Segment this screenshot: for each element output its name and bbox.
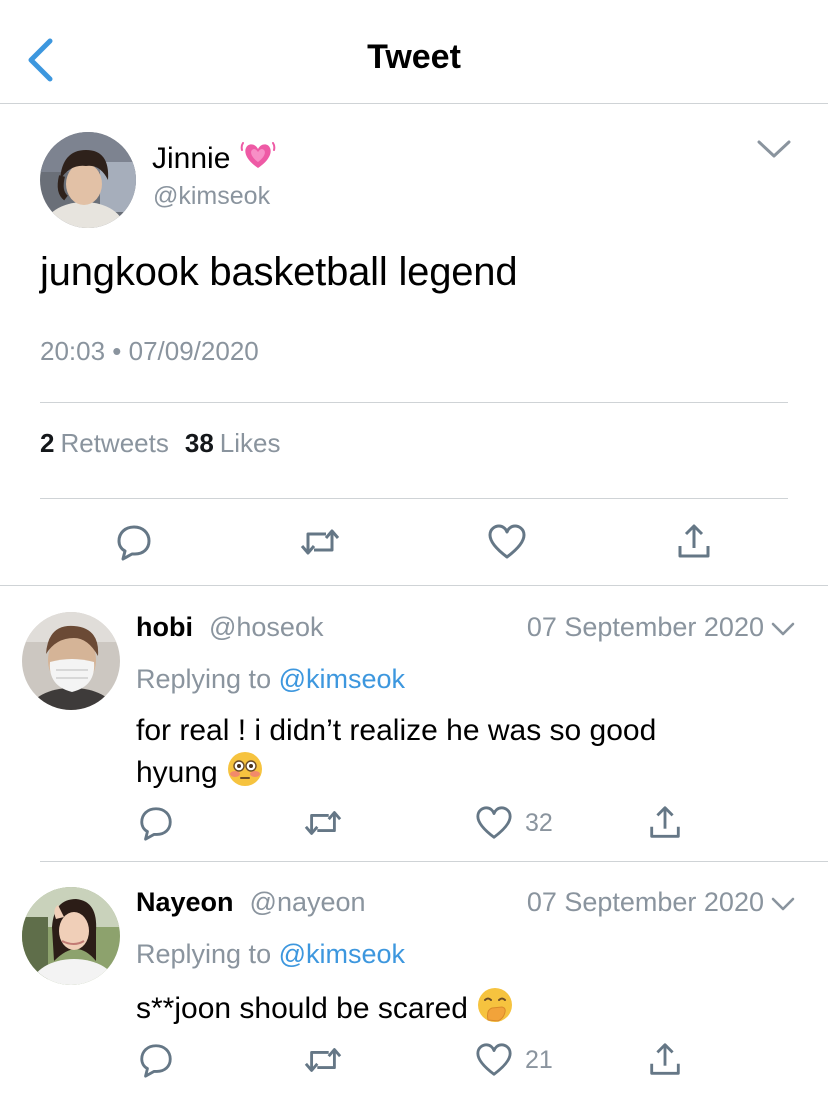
reply-date: 07 September 2020 <box>526 612 764 642</box>
reply-button[interactable] <box>114 522 154 562</box>
like-button[interactable] <box>487 522 527 562</box>
heart-icon <box>476 1043 512 1076</box>
flushed-face-icon <box>226 750 264 798</box>
tweet-options-button[interactable] <box>752 134 796 164</box>
comment-icon <box>140 807 172 841</box>
tweet-text: jungkook basketball legend <box>40 250 518 294</box>
avatar[interactable] <box>22 612 120 710</box>
reply-button[interactable] <box>137 804 175 842</box>
reply-author-name[interactable]: Nayeon <box>136 887 234 918</box>
reply-text: s**joon should be scared <box>136 986 776 1034</box>
replying-to: Replying to @kimseok <box>136 664 405 695</box>
reply-tweet[interactable]: Nayeon @nayeon 07 September 2020 Replyin… <box>0 887 828 1095</box>
divider <box>40 402 788 403</box>
beating-heart-icon <box>240 138 276 180</box>
share-icon <box>650 1043 680 1075</box>
retweet-button[interactable] <box>302 804 344 842</box>
main-tweet: Jinnie @kimseok jungkook basketball lege… <box>0 104 828 586</box>
retweet-icon <box>304 1048 342 1072</box>
replying-to-mention[interactable]: @kimseok <box>279 664 405 694</box>
reply-header: Nayeon @nayeon <box>136 887 366 918</box>
reply-text-line-content: s**joon should be scared <box>136 991 468 1025</box>
comment-icon <box>140 1044 172 1078</box>
like-button[interactable]: 21 <box>475 1041 553 1079</box>
share-icon <box>678 524 710 558</box>
reply-text: for real ! i didn’t realize he was so go… <box>136 712 776 798</box>
author-name[interactable]: Jinnie <box>152 138 276 180</box>
retweets-label: Retweets <box>60 428 169 458</box>
avatar[interactable] <box>22 887 120 985</box>
retweet-icon <box>300 529 340 555</box>
divider <box>40 861 828 862</box>
retweet-button[interactable] <box>302 1041 344 1079</box>
chevron-down-icon <box>771 622 795 636</box>
reply-text-line: for real ! i didn’t realize he was so go… <box>136 714 657 747</box>
retweet-button[interactable] <box>298 522 342 562</box>
replying-to-label: Replying to <box>136 664 272 694</box>
reply-author-handle[interactable]: @nayeon <box>250 887 366 918</box>
tweet-stats: 2 Retweets 38 Likes <box>40 428 290 459</box>
chevron-down-icon <box>757 140 791 158</box>
page-title: Tweet <box>367 38 461 76</box>
share-button[interactable] <box>646 1041 684 1079</box>
chevron-down-icon <box>771 897 795 911</box>
reply-header: hobi @hoseok <box>136 612 323 643</box>
replying-to-label: Replying to <box>136 939 272 969</box>
heart-icon <box>476 806 512 839</box>
author-name-text: Jinnie <box>152 142 231 175</box>
replying-to-mention[interactable]: @kimseok <box>279 939 405 969</box>
reply-button[interactable] <box>137 1041 175 1079</box>
retweets-count: 2 <box>40 428 55 458</box>
likes-count: 38 <box>184 428 214 458</box>
reply-options-button[interactable] <box>768 616 798 642</box>
hand-over-mouth-icon <box>476 986 514 1034</box>
comment-icon <box>117 525 151 561</box>
avatar[interactable] <box>40 132 136 228</box>
share-button[interactable] <box>674 522 714 562</box>
like-count: 21 <box>525 1045 553 1074</box>
like-button[interactable]: 32 <box>475 804 553 842</box>
divider <box>40 498 788 499</box>
reply-tweet[interactable]: hobi @hoseok 07 September 2020 Replying … <box>0 612 828 862</box>
reply-options-button[interactable] <box>768 891 798 917</box>
share-icon <box>650 806 680 838</box>
heart-icon <box>488 524 526 559</box>
reply-date: 07 September 2020 <box>526 887 764 917</box>
reply-text-line-content: hyung <box>136 755 218 789</box>
replying-to: Replying to @kimseok <box>136 939 405 970</box>
author-handle[interactable]: @kimseok <box>153 182 270 211</box>
like-count: 32 <box>525 808 553 837</box>
reply-author-name[interactable]: hobi <box>136 612 193 643</box>
likes-label: Likes <box>219 428 281 458</box>
share-button[interactable] <box>646 804 684 842</box>
nav-bar: Tweet <box>0 0 828 104</box>
tweet-timestamp: 20:03 • 07/09/2020 <box>40 336 259 366</box>
likes-stat[interactable]: 38 Likes <box>185 428 281 459</box>
reply-text-line: hyung <box>136 750 776 798</box>
retweets-stat[interactable]: 2 Retweets <box>40 428 169 459</box>
reply-author-handle[interactable]: @hoseok <box>209 612 323 643</box>
retweet-icon <box>304 811 342 835</box>
